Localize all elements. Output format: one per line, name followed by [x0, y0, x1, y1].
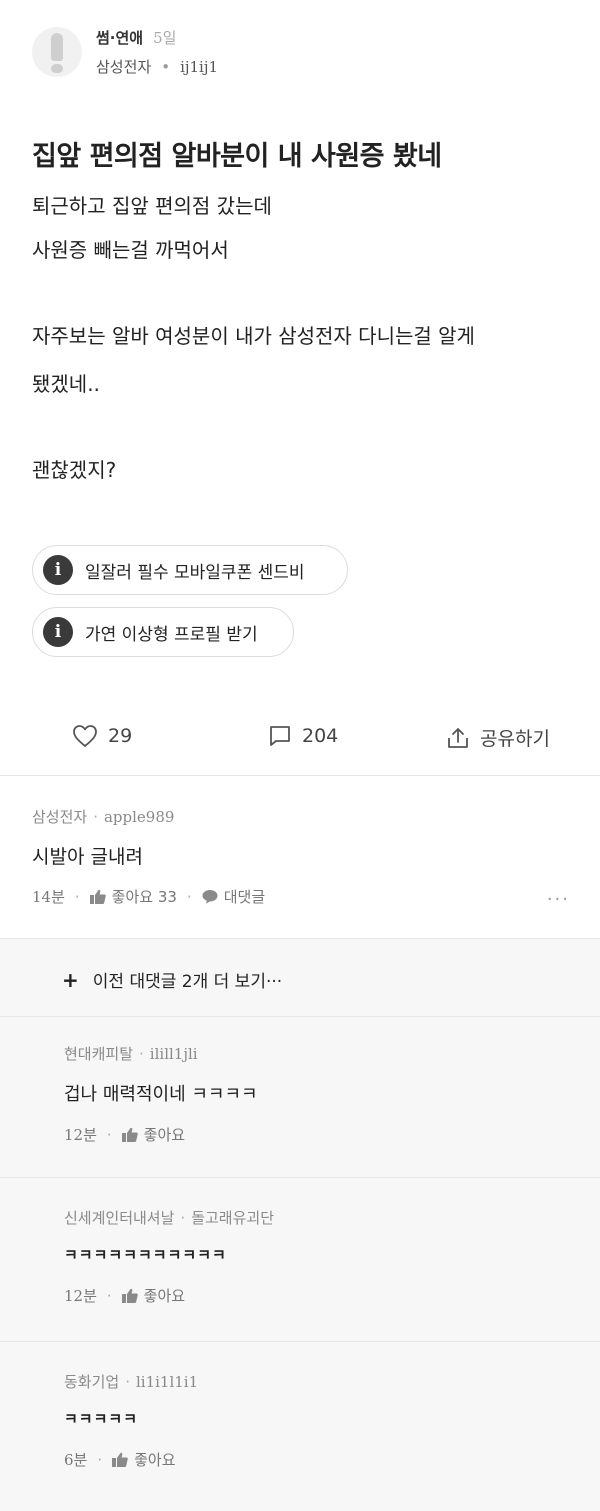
post-age: 5일 [153, 29, 177, 47]
share-icon [448, 727, 468, 748]
reply-meta: 동화기업 · li1i1l1i1 [64, 1371, 564, 1392]
reply-text: ㅋㅋㅋㅋㅋ [64, 1410, 139, 1428]
reply-item: 신세계인터내셔날 · 돌고래유괴단 ㅋㅋㅋㅋㅋㅋㅋㅋㅋㅋㅋ 12분 · 좋아요 [64, 1207, 564, 1306]
comment: 삼성전자 · apple989 시발아 글내려 14분 · 좋아요 33 · 대… [0, 776, 600, 938]
meta-separator: · [106, 1286, 112, 1305]
speech-bubble-icon [202, 890, 218, 904]
ad-label: 일잘러 필수 모바일쿠폰 센드비 [85, 562, 305, 583]
comment-count: 204 [302, 725, 339, 747]
reply-nickname[interactable]: 돌고래유괴단 [191, 1207, 274, 1228]
comment-like-label: 좋아요 33 [111, 888, 177, 906]
plus-icon: + [62, 967, 79, 992]
post-body-line: 퇴근하고 집앞 편의점 갔는데 [32, 194, 272, 218]
more-options-icon[interactable]: ... [547, 884, 570, 905]
meta-separator: · [186, 887, 192, 906]
load-more-replies-label: 이전 대댓글 2개 더 보기··· [92, 972, 283, 992]
post-header: 썸·연애 5일 삼성전자 • ij1ij1 [32, 24, 218, 80]
reply-like-button[interactable]: 좋아요 [112, 1449, 176, 1470]
comment-text: 시발아 글내려 [32, 846, 143, 868]
reply-button[interactable]: 대댓글 [202, 886, 265, 907]
reply-meta: 현대캐피탈 · ilill1jli [64, 1043, 564, 1064]
thumbs-up-icon [112, 1452, 128, 1467]
comment-meta: 삼성전자 · apple989 [32, 806, 174, 827]
meta-separator: • [161, 57, 171, 76]
ad-link-sendbee[interactable]: i 일잘러 필수 모바일쿠폰 센드비 [32, 545, 348, 595]
reply-footer: 12분 · 좋아요 [64, 1124, 564, 1145]
reply-label: 대댓글 [223, 888, 266, 906]
post-body-line: 자주보는 알바 여성분이 내가 삼성전자 다니는걸 알게 [32, 324, 475, 348]
meta-separator: · [106, 1125, 112, 1144]
divider [0, 1016, 600, 1017]
reply-time: 6분 [64, 1451, 88, 1469]
ad-label: 가연 이상형 프로필 받기 [85, 624, 258, 645]
reply-time: 12분 [64, 1287, 97, 1305]
divider [0, 1177, 600, 1178]
like-button[interactable]: 29 [72, 724, 132, 748]
thumbs-up-icon [121, 1127, 138, 1142]
info-icon: i [43, 617, 73, 647]
reply-footer: 12분 · 좋아요 [64, 1285, 564, 1306]
like-count: 29 [108, 725, 133, 747]
post-category[interactable]: 썸·연애 [96, 27, 143, 48]
reply-nickname[interactable]: li1i1l1i1 [136, 1373, 198, 1391]
reply-like-label: 좋아요 [143, 1126, 186, 1144]
reply-item: 동화기업 · li1i1l1i1 ㅋㅋㅋㅋㅋ 6분 · 좋아요 [64, 1371, 564, 1470]
comment-icon [270, 726, 290, 746]
reply-like-button[interactable]: 좋아요 [121, 1285, 186, 1306]
reply-like-label: 좋아요 [134, 1451, 176, 1469]
post-meta: 썸·연애 5일 삼성전자 • ij1ij1 [96, 27, 218, 77]
meta-separator: · [139, 1044, 144, 1063]
post-action-bar: 29 204 공유하기 [0, 716, 600, 760]
post-body-line: 사원증 빼는걸 까먹어서 [32, 238, 229, 262]
reply-time: 12분 [64, 1126, 97, 1144]
post-body-line: 괜찮겠지? [32, 458, 117, 482]
info-icon: i [43, 555, 73, 585]
meta-separator: · [180, 1208, 186, 1227]
meta-separator: · [93, 807, 98, 826]
comment-company[interactable]: 삼성전자 [32, 806, 87, 827]
reply-company[interactable]: 신세계인터내셔날 [64, 1207, 174, 1228]
meta-separator: · [125, 1372, 130, 1391]
reply-footer: 6분 · 좋아요 [64, 1449, 564, 1470]
reply-section: + 이전 대댓글 2개 더 보기··· 현대캐피탈 · ilill1jli 겁나… [0, 938, 600, 1511]
reply-text: 겁나 매력적이네 ㅋㅋㅋㅋ [64, 1084, 258, 1105]
post-title: 집앞 편의점 알바분이 내 사원증 봤네 [32, 141, 442, 172]
post-page: 썸·연애 5일 삼성전자 • ij1ij1 집앞 편의점 알바분이 내 사원증 … [0, 0, 600, 1511]
exclamation-icon [51, 33, 63, 61]
post-body-line: 됐겠네.. [32, 372, 100, 396]
comment-button[interactable]: 204 [268, 724, 338, 748]
thumbs-up-icon [89, 889, 106, 904]
author-company[interactable]: 삼성전자 [96, 56, 151, 77]
meta-separator: · [97, 1450, 103, 1469]
reply-meta: 신세계인터내셔날 · 돌고래유괴단 [64, 1207, 564, 1228]
share-label: 공유하기 [480, 728, 550, 750]
anonymous-avatar[interactable] [32, 27, 82, 77]
reply-nickname[interactable]: ilill1jli [150, 1045, 198, 1063]
author-nickname[interactable]: ij1ij1 [180, 58, 218, 76]
share-button[interactable]: 공유하기 [446, 724, 550, 751]
load-more-replies-button[interactable]: + 이전 대댓글 2개 더 보기··· [62, 967, 283, 993]
divider [0, 1341, 600, 1342]
reply-like-button[interactable]: 좋아요 [121, 1124, 186, 1145]
reply-like-label: 좋아요 [143, 1287, 186, 1305]
reply-company[interactable]: 현대캐피탈 [64, 1043, 133, 1064]
comment-nickname[interactable]: apple989 [104, 808, 174, 826]
reply-text: ㅋㅋㅋㅋㅋㅋㅋㅋㅋㅋㅋ [64, 1246, 227, 1264]
thumbs-up-icon [121, 1288, 138, 1303]
comment-footer: 14분 · 좋아요 33 · 대댓글 [32, 886, 265, 907]
exclamation-dot [51, 64, 63, 73]
ad-link-gayeon[interactable]: i 가연 이상형 프로필 받기 [32, 607, 294, 657]
reply-item: 현대캐피탈 · ilill1jli 겁나 매력적이네 ㅋㅋㅋㅋ 12분 · 좋아… [64, 1043, 564, 1145]
meta-separator: · [74, 887, 80, 906]
comment-time: 14분 [32, 888, 65, 906]
comment-like-button[interactable]: 좋아요 33 [89, 886, 177, 907]
reply-company[interactable]: 동화기업 [64, 1371, 119, 1392]
heart-icon [73, 725, 97, 747]
